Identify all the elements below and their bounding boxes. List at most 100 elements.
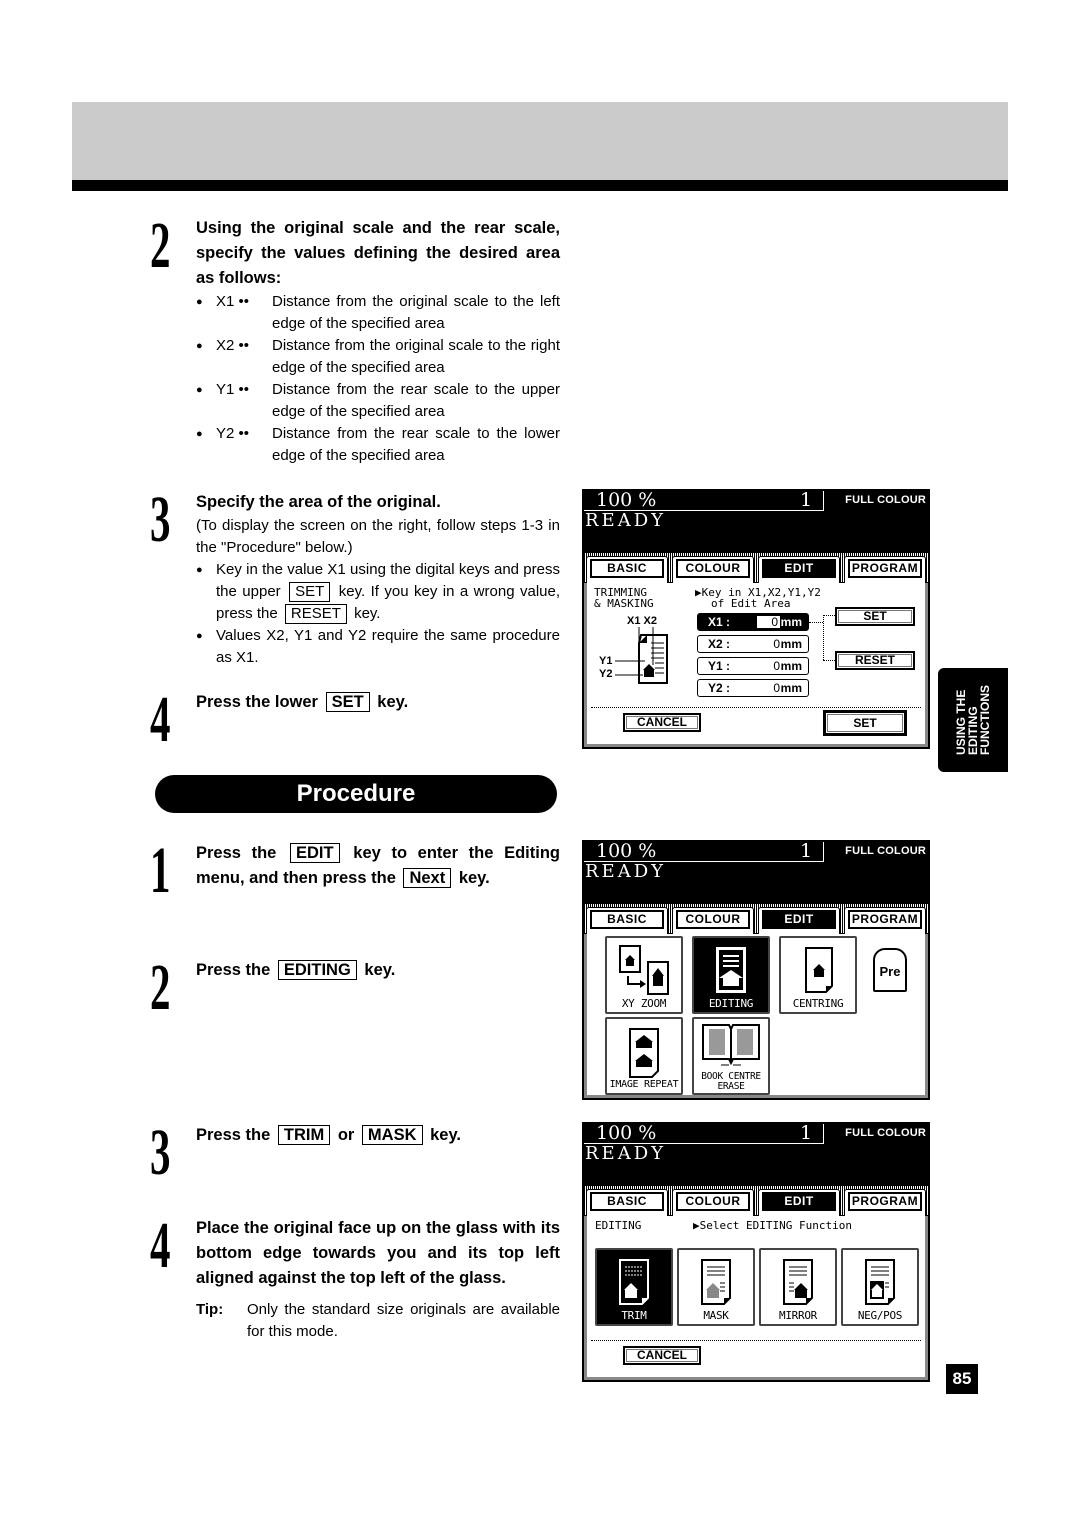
image-repeat-button[interactable]: IMAGE REPEAT	[605, 1017, 683, 1095]
step-4-press-set: 4 Press the lower SET key.	[150, 683, 409, 756]
set-key-label: SET	[289, 582, 331, 602]
edit-key-label: EDIT	[290, 843, 340, 863]
procedure-step-3: 3 Press the TRIM or MASK key.	[150, 1116, 461, 1189]
connector-line	[823, 615, 824, 660]
page-number: 85	[946, 1364, 978, 1394]
tab-colour[interactable]: COLOUR	[672, 907, 754, 934]
mirror-button[interactable]: MIRROR	[759, 1248, 837, 1326]
screen-caption: EDITING	[595, 1219, 642, 1232]
tip: Tip: Only the standard size originals ar…	[196, 1301, 560, 1340]
connector-line	[809, 622, 823, 623]
document-diagram-icon	[615, 627, 668, 684]
set-lower-button[interactable]: SET	[823, 710, 907, 736]
image-repeat-icon	[629, 1028, 659, 1078]
reproduction-ratio: 100 %	[596, 489, 657, 511]
previous-page-button[interactable]: Pre	[873, 948, 907, 992]
section-side-tab: USING THE EDITING FUNCTIONS	[938, 668, 1008, 772]
editing-button[interactable]: EDITING	[692, 936, 770, 1014]
step-title: Place the original face up on the glass …	[196, 1219, 560, 1287]
tab-basic[interactable]: BASIC	[586, 1189, 668, 1216]
definition-y1: Y1 ••Distance from the rear scale to the…	[196, 379, 560, 423]
tab-program[interactable]: PROGRAM	[844, 556, 926, 583]
reproduction-ratio: 100 %	[596, 1122, 657, 1144]
xy-zoom-button[interactable]: XY ZOOM	[605, 936, 683, 1014]
step-title: Specify the area of the original.	[196, 493, 441, 511]
lcd-screen-editing-functions: 100 % 1 FULL COLOUR READY BASIC COLOUR E…	[582, 1122, 930, 1382]
reset-button[interactable]: RESET	[835, 651, 915, 670]
lcd-screen-trimming-masking: 100 % 1 FULL COLOUR READY BASIC COLOUR E…	[582, 489, 930, 749]
definition-x2: X2 ••Distance from the original scale to…	[196, 335, 560, 379]
tab-edit[interactable]: EDIT	[758, 1189, 840, 1216]
lcd-tab-bar: BASIC COLOUR EDIT PROGRAM	[584, 1186, 928, 1216]
step-number: 4	[150, 683, 171, 756]
step-title: Using the original scale and the rear sc…	[196, 219, 560, 287]
book-icon	[702, 1024, 760, 1066]
set-key-label: SET	[325, 692, 370, 712]
reproduction-ratio: 100 %	[596, 840, 657, 862]
neg-pos-icon	[865, 1259, 895, 1305]
tab-edit[interactable]: EDIT	[758, 907, 840, 934]
tab-basic[interactable]: BASIC	[586, 907, 668, 934]
connector-line	[823, 615, 835, 616]
procedure-banner: Procedure	[155, 775, 557, 813]
neg-pos-button[interactable]: NEG/POS	[841, 1248, 919, 1326]
step-2-scale-values: 2 Using the original scale and the rear …	[150, 213, 560, 467]
tab-basic[interactable]: BASIC	[586, 556, 668, 583]
status-text: READY	[585, 861, 667, 882]
tab-program[interactable]: PROGRAM	[844, 1189, 926, 1216]
trim-key-label: TRIM	[277, 1125, 331, 1145]
copy-count: 1	[800, 489, 813, 511]
y1-field[interactable]: Y1 :0 mm	[697, 657, 809, 675]
mirror-icon	[783, 1259, 813, 1305]
lcd-status-bar: 100 % 1 FULL COLOUR READY	[584, 489, 928, 553]
trim-icon	[619, 1259, 649, 1305]
step-number: 3	[150, 483, 171, 556]
x2-field[interactable]: X2 :0 mm	[697, 635, 809, 653]
centring-button[interactable]: CENTRING	[779, 936, 857, 1014]
colour-mode: FULL COLOUR	[845, 845, 926, 857]
bullet-key-in-x1: Key in the value X1 using the digital ke…	[196, 559, 560, 625]
lcd-tab-bar: BASIC COLOUR EDIT PROGRAM	[584, 553, 928, 583]
screen-caption: TRIMMING & MASKING	[594, 586, 654, 610]
set-upper-button[interactable]: SET	[835, 607, 915, 626]
x1-field[interactable]: X1 :0 mm	[697, 613, 809, 631]
procedure-step-2: 2 Press the EDITING key.	[150, 951, 396, 1024]
procedure-step-1: 1 Press the EDIT key to enter the Editin…	[150, 834, 560, 907]
cancel-button[interactable]: CANCEL	[623, 1346, 701, 1365]
mask-key-label: MASK	[361, 1125, 423, 1145]
tab-edit[interactable]: EDIT	[758, 556, 840, 583]
centring-icon	[805, 947, 833, 993]
tab-colour[interactable]: COLOUR	[672, 1189, 754, 1216]
tab-program[interactable]: PROGRAM	[844, 907, 926, 934]
connector-line	[823, 660, 835, 661]
step-number: 2	[150, 951, 171, 1024]
copy-count: 1	[800, 840, 813, 862]
divider	[591, 1340, 921, 1341]
definition-x1: X1 ••Distance from the original scale to…	[196, 291, 560, 335]
lcd-screen-edit-menu: 100 % 1 FULL COLOUR READY BASIC COLOUR E…	[582, 840, 930, 1100]
tab-colour[interactable]: COLOUR	[672, 556, 754, 583]
lcd-status-bar: 100 % 1 FULL COLOUR READY	[584, 840, 928, 904]
header-band	[72, 102, 1008, 180]
cancel-button[interactable]: CANCEL	[623, 713, 701, 732]
book-centre-erase-button[interactable]: BOOK CENTRE ERASE	[692, 1017, 770, 1095]
colour-mode: FULL COLOUR	[845, 1127, 926, 1139]
step-note: (To display the screen on the right, fol…	[196, 517, 560, 556]
colour-mode: FULL COLOUR	[845, 494, 926, 506]
xy-zoom-icon	[619, 945, 669, 995]
mask-icon	[701, 1259, 731, 1305]
mask-button[interactable]: MASK	[677, 1248, 755, 1326]
step-number: 1	[150, 834, 171, 907]
y2-field[interactable]: Y2 :0 mm	[697, 679, 809, 697]
next-key-label: Next	[403, 868, 452, 888]
editing-icon	[716, 947, 746, 993]
editing-key-label: EDITING	[277, 960, 357, 980]
procedure-step-4: 4 Place the original face up on the glas…	[150, 1213, 560, 1343]
lcd-tab-bar: BASIC COLOUR EDIT PROGRAM	[584, 904, 928, 934]
step-3-specify-area: 3 Specify the area of the original. (To …	[150, 483, 560, 669]
step-number: 3	[150, 1116, 171, 1189]
trim-button[interactable]: TRIM	[595, 1248, 673, 1326]
copy-count: 1	[800, 1122, 813, 1144]
area-diagram: X1 X2 Y1 Y2	[599, 615, 679, 685]
status-text: READY	[585, 510, 667, 531]
